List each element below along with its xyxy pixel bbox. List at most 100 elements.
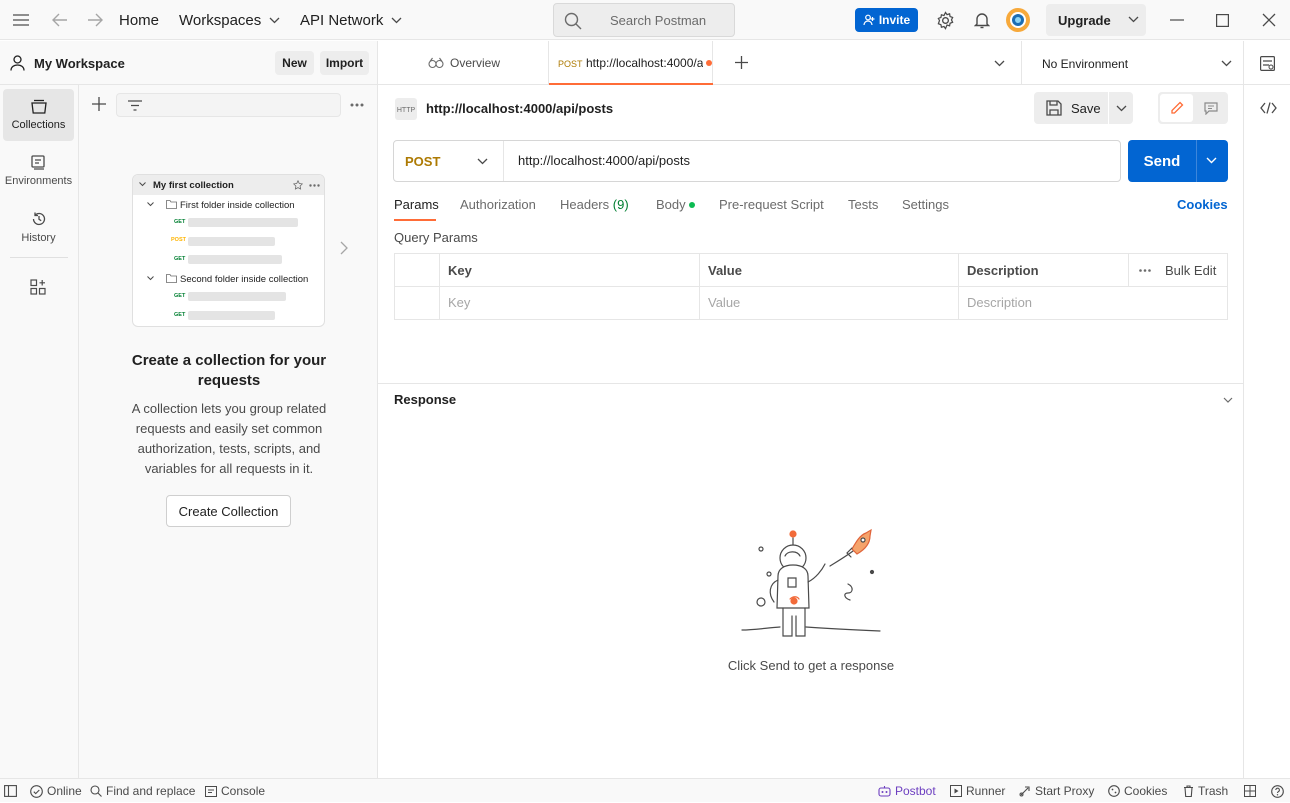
preview-folder-row: Second folder inside collection	[133, 269, 324, 289]
tab-active-indicator	[549, 83, 713, 85]
table-divider	[958, 254, 959, 319]
http-request-icon: HTTP	[394, 97, 418, 121]
tabs-dropdown-chevron-icon[interactable]	[994, 60, 1005, 67]
chevron-down-icon	[147, 202, 154, 207]
send-button-group: Send	[1128, 140, 1228, 182]
upgrade-button[interactable]: Upgrade	[1046, 4, 1146, 36]
tab-settings[interactable]: Settings	[902, 197, 949, 212]
collapse-response-chevron-icon[interactable]	[1223, 397, 1233, 403]
runner-button[interactable]: Runner	[950, 779, 1005, 803]
edit-pencil-button[interactable]	[1160, 94, 1193, 122]
help-icon[interactable]	[1271, 779, 1284, 803]
save-button[interactable]: Save	[1034, 92, 1108, 124]
tab-body[interactable]: Body	[656, 197, 686, 212]
tab-tests[interactable]: Tests	[848, 197, 878, 212]
more-options-icon[interactable]	[350, 103, 364, 107]
param-value-input[interactable]: Value	[708, 286, 953, 319]
start-proxy-button[interactable]: Start Proxy	[1019, 779, 1094, 803]
rail-divider	[10, 257, 68, 258]
search-icon	[564, 12, 582, 30]
configure-sidebar-icon[interactable]	[30, 279, 46, 295]
query-params-title: Query Params	[394, 230, 478, 245]
settings-gear-icon[interactable]	[936, 0, 955, 40]
online-status[interactable]: Online	[30, 779, 82, 803]
more-options-icon[interactable]	[1139, 269, 1151, 272]
code-snippet-icon[interactable]	[1260, 102, 1277, 114]
preview-method: GET	[174, 293, 186, 299]
two-pane-view-icon[interactable]	[1244, 779, 1256, 803]
environment-quick-look-icon[interactable]	[1260, 56, 1275, 71]
chevron-down-icon	[1221, 60, 1232, 67]
chevron-down-icon	[147, 276, 154, 281]
param-description-input[interactable]: Description	[967, 286, 1222, 319]
preview-collection-name: My first collection	[153, 180, 234, 191]
plus-icon[interactable]	[92, 97, 106, 111]
user-icon	[10, 55, 25, 71]
home-link[interactable]: Home	[119, 0, 159, 40]
postbot-button[interactable]: Postbot	[878, 779, 936, 803]
start-proxy-label: Start Proxy	[1035, 784, 1095, 798]
close-window-icon[interactable]	[1262, 0, 1276, 40]
tab-overview[interactable]: Overview	[428, 41, 500, 85]
send-button[interactable]: Send	[1128, 140, 1196, 182]
upgrade-label: Upgrade	[1058, 12, 1111, 28]
sidebar-item-environments[interactable]: Environments	[3, 145, 74, 197]
request-response-divider[interactable]	[378, 383, 1243, 384]
create-collection-button[interactable]: Create Collection	[166, 495, 291, 527]
cookie-icon	[1108, 785, 1120, 797]
sidebar-item-history[interactable]: History	[3, 201, 74, 253]
environment-selector[interactable]: No Environment	[1022, 41, 1244, 85]
toggle-sidebar-icon[interactable]	[4, 779, 17, 803]
cookies-button[interactable]: Cookies	[1108, 779, 1167, 803]
save-options-chevron-icon[interactable]	[1116, 105, 1127, 112]
back-arrow-icon[interactable]	[52, 0, 68, 40]
sidebar-item-collections[interactable]: Collections	[3, 89, 74, 141]
tab-active-request[interactable]: POST http://localhost:4000/a	[548, 41, 713, 85]
response-empty-hint: Click Send to get a response	[727, 658, 895, 673]
bulk-edit-button[interactable]: Bulk Edit	[1165, 254, 1216, 287]
minimize-window-icon[interactable]	[1170, 0, 1184, 40]
user-avatar[interactable]	[1005, 0, 1031, 40]
search-icon	[90, 785, 102, 797]
console-button[interactable]: Console	[205, 779, 265, 803]
api-network-menu[interactable]: API Network	[300, 0, 402, 40]
find-and-replace-button[interactable]: Find and replace	[90, 779, 195, 803]
postbot-icon	[878, 785, 891, 797]
param-key-input[interactable]: Key	[448, 286, 693, 319]
workspaces-menu[interactable]: Workspaces	[179, 0, 280, 40]
forward-arrow-icon[interactable]	[87, 0, 103, 40]
empty-state-title: Create a collection for your requests	[131, 352, 327, 389]
response-title: Response	[394, 392, 457, 407]
tab-params[interactable]: Params	[394, 197, 439, 212]
new-tab-plus-icon[interactable]	[735, 56, 748, 69]
tab-headers[interactable]: Headers (9)	[560, 197, 629, 212]
method-select[interactable]: POST	[394, 141, 504, 181]
tab-authorization[interactable]: Authorization	[460, 197, 536, 212]
save-divider	[1108, 92, 1109, 124]
invite-button[interactable]: Invite	[855, 8, 918, 32]
notifications-bell-icon[interactable]	[974, 0, 990, 40]
chevron-right-icon[interactable]	[340, 241, 348, 255]
maximize-window-icon[interactable]	[1216, 0, 1229, 40]
cookies-link[interactable]: Cookies	[1177, 197, 1228, 212]
overview-icon	[428, 57, 444, 69]
console-label: Console	[221, 784, 266, 798]
proxy-icon	[1019, 785, 1031, 797]
search-input[interactable]: Search Postman	[553, 3, 735, 37]
runner-play-icon	[950, 785, 962, 797]
trash-button[interactable]: Trash	[1183, 779, 1228, 803]
tabs-divider	[1243, 41, 1244, 85]
filter-input[interactable]	[116, 93, 341, 117]
new-button[interactable]: New	[275, 51, 314, 75]
sidebar-rail: Collections Environments History	[0, 85, 79, 778]
comments-button[interactable]	[1195, 94, 1226, 122]
import-button[interactable]: Import	[320, 51, 369, 75]
send-options-chevron-icon[interactable]	[1206, 157, 1217, 164]
chevron-down-icon	[477, 158, 488, 165]
menu-icon[interactable]	[12, 0, 30, 40]
request-tabs-bar: Overview POST http://localhost:4000/a No…	[378, 41, 1290, 85]
url-input[interactable]: http://localhost:4000/api/posts	[518, 153, 690, 168]
preview-placeholder-bar	[188, 237, 275, 246]
tab-pre-request-script[interactable]: Pre-request Script	[719, 197, 824, 212]
chevron-down-icon	[391, 17, 402, 24]
